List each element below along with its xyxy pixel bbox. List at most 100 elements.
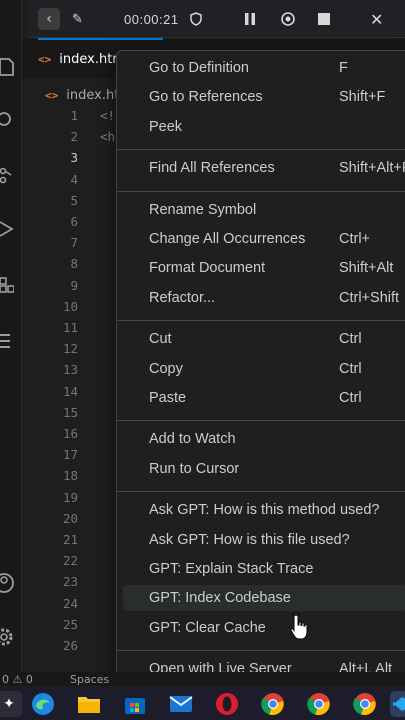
line-number: 15 bbox=[62, 404, 78, 420]
editor-context-menu: Go to Definition F Go to References Shift+F… bbox=[116, 50, 405, 690]
menu-item-label: Run to Cursor bbox=[149, 460, 240, 477]
menu-separator bbox=[117, 650, 405, 652]
pen-icon[interactable]: ✎ bbox=[72, 9, 83, 29]
menu-item-go-to-references[interactable]: Go to References Shift+F bbox=[123, 84, 405, 110]
menu-separator bbox=[117, 149, 405, 151]
active-tab-indicator bbox=[38, 38, 163, 40]
menu-item-refactor[interactable]: Refactor... Ctrl+Shift bbox=[123, 285, 405, 311]
menu-item-label: Ask GPT: How is this method used? bbox=[149, 502, 380, 519]
line-number: 24 bbox=[62, 595, 78, 611]
menu-item-label: Rename Symbol bbox=[149, 201, 257, 218]
menu-item-ask-gpt-how-is-this-method-used[interactable]: Ask GPT: How is this method used? bbox=[123, 497, 405, 523]
code-line[interactable]: <! bbox=[100, 108, 115, 123]
menu-item-label: GPT: Clear Cache bbox=[149, 619, 266, 636]
widgets-icon[interactable]: ✦ bbox=[0, 691, 22, 717]
chrome-profile-icon[interactable] bbox=[352, 691, 378, 717]
menu-separator bbox=[117, 190, 405, 192]
line-number: 7 bbox=[70, 235, 78, 251]
menu-item-rename-symbol[interactable]: Rename Symbol bbox=[123, 197, 405, 223]
menu-item-run-to-cursor[interactable]: Run to Cursor bbox=[123, 456, 405, 482]
collapse-chevron-icon[interactable]: ‹ bbox=[38, 8, 60, 30]
line-number: 12 bbox=[62, 341, 78, 357]
menu-item-shortcut: Ctrl bbox=[339, 360, 362, 377]
menu-item-label: GPT: Index Codebase bbox=[149, 590, 291, 607]
problems-count[interactable]: 0 ⚠ 0 bbox=[2, 673, 33, 686]
chrome-profile-icon[interactable] bbox=[306, 691, 332, 717]
menu-item-label: Ask GPT: How is this file used? bbox=[149, 531, 350, 548]
menu-item-copy[interactable]: Copy Ctrl bbox=[123, 356, 405, 382]
line-number: 13 bbox=[62, 362, 78, 378]
stop-icon[interactable] bbox=[318, 9, 330, 29]
list-icon[interactable] bbox=[0, 328, 22, 354]
menu-separator bbox=[117, 320, 405, 322]
line-number: 26 bbox=[62, 638, 78, 653]
menu-item-shortcut: Ctrl+ bbox=[339, 231, 371, 247]
mail-icon[interactable] bbox=[168, 691, 194, 717]
run-debug-icon[interactable] bbox=[0, 216, 22, 242]
menu-item-gpt-index-codebase[interactable]: GPT: Index Codebase bbox=[123, 585, 405, 612]
menu-item-cut[interactable]: Cut Ctrl bbox=[123, 326, 405, 352]
menu-item-gpt-explain-stack-trace[interactable]: GPT: Explain Stack Trace bbox=[123, 556, 405, 582]
menu-separator bbox=[117, 420, 405, 422]
line-number: 16 bbox=[62, 426, 78, 441]
menu-item-label: Peek bbox=[149, 118, 183, 135]
line-number: 4 bbox=[70, 171, 78, 187]
menu-item-paste[interactable]: Paste Ctrl bbox=[123, 385, 405, 411]
file-explorer-icon[interactable] bbox=[76, 691, 102, 717]
line-number: 23 bbox=[62, 574, 78, 590]
line-number: 9 bbox=[70, 277, 78, 293]
line-number: 22 bbox=[62, 553, 78, 569]
restart-icon[interactable] bbox=[280, 9, 296, 29]
line-number: 6 bbox=[70, 214, 78, 229]
indentation-status[interactable]: Spaces bbox=[70, 673, 109, 686]
extensions-icon[interactable] bbox=[0, 272, 22, 298]
line-number: 5 bbox=[70, 192, 78, 208]
settings-gear-icon[interactable] bbox=[0, 624, 22, 650]
opera-icon[interactable] bbox=[214, 691, 240, 717]
menu-item-label: Paste bbox=[149, 390, 187, 406]
line-number: 19 bbox=[62, 489, 78, 505]
code-line[interactable]: <h bbox=[100, 129, 115, 144]
account-icon[interactable] bbox=[0, 570, 22, 596]
menu-item-label: Refactor... bbox=[149, 289, 216, 306]
menu-item-find-all-references[interactable]: Find All References Shift+Alt+F bbox=[123, 155, 405, 181]
line-number: 2 bbox=[70, 129, 78, 145]
html-file-icon: <> bbox=[45, 88, 59, 102]
menu-item-shortcut: Shift+Alt bbox=[339, 260, 394, 277]
line-number: 1 bbox=[70, 108, 78, 123]
menu-item-format-document[interactable]: Format Document Shift+Alt bbox=[123, 255, 405, 281]
chrome-icon[interactable] bbox=[260, 691, 286, 717]
recording-toolbar: ‹ ✎ 00:00:21 ✕ bbox=[28, 0, 405, 38]
menu-item-shortcut: Shift+Alt+F bbox=[339, 160, 405, 177]
close-icon[interactable]: ✕ bbox=[370, 9, 383, 29]
menu-item-peek[interactable]: Peek bbox=[123, 114, 405, 140]
line-number: 20 bbox=[62, 510, 78, 526]
line-number: 10 bbox=[62, 298, 78, 314]
menu-item-label: Find All References bbox=[149, 160, 275, 177]
vscode-icon[interactable] bbox=[390, 691, 405, 717]
recording-timer: 00:00:21 bbox=[124, 11, 179, 27]
menu-separator bbox=[117, 491, 405, 493]
menu-item-label: Copy bbox=[149, 360, 183, 377]
html-file-icon: <> bbox=[38, 52, 52, 66]
pause-icon[interactable] bbox=[244, 9, 256, 29]
activity-bar bbox=[0, 0, 22, 690]
menu-item-add-to-watch[interactable]: Add to Watch bbox=[123, 426, 405, 452]
line-number: 11 bbox=[62, 320, 78, 335]
menu-item-ask-gpt-how-is-this-file-used[interactable]: Ask GPT: How is this file used? bbox=[123, 527, 405, 553]
menu-item-go-to-definition[interactable]: Go to Definition F bbox=[123, 55, 405, 81]
shield-icon[interactable] bbox=[190, 9, 202, 29]
menu-item-shortcut: Ctrl bbox=[339, 390, 362, 406]
explorer-icon[interactable] bbox=[0, 54, 22, 80]
menu-item-change-all-occurrences[interactable]: Change All Occurrences Ctrl+ bbox=[123, 226, 405, 252]
search-icon[interactable] bbox=[0, 106, 22, 132]
tab-index-html[interactable]: <> index.html bbox=[38, 48, 129, 70]
menu-item-shortcut: Ctrl+Shift bbox=[339, 289, 400, 306]
line-number: 3 bbox=[70, 150, 78, 166]
store-icon[interactable] bbox=[122, 691, 148, 717]
menu-item-shortcut: Shift+F bbox=[339, 89, 386, 106]
edge-browser-icon[interactable] bbox=[30, 691, 56, 717]
line-number: 18 bbox=[62, 468, 78, 484]
source-control-icon[interactable] bbox=[0, 162, 22, 188]
menu-item-gpt-clear-cache[interactable]: GPT: Clear Cache bbox=[123, 615, 405, 641]
